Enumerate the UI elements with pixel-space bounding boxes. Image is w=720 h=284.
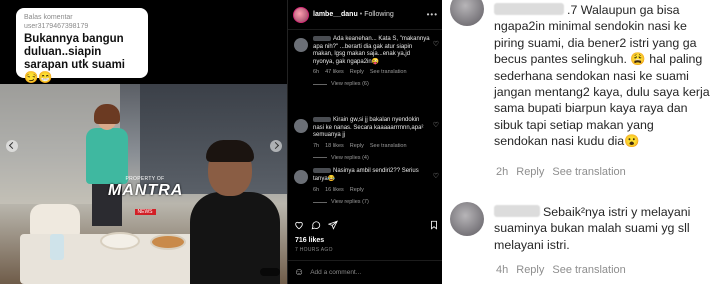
post-time: 7 HOURS AGO	[295, 247, 333, 253]
comment-likes[interactable]: 47 likes	[325, 69, 344, 75]
bookmark-icon[interactable]	[429, 220, 439, 230]
view-replies[interactable]: View replies (7)	[313, 199, 443, 205]
carousel-indicator	[260, 268, 280, 276]
share-icon[interactable]	[328, 220, 338, 230]
detail-comment-meta: 4h Reply See translation	[496, 264, 626, 276]
see-translation-link[interactable]: See translation	[370, 143, 407, 149]
account-avatar[interactable]	[293, 6, 309, 23]
detail-comment-meta: 2h Reply See translation	[496, 166, 626, 178]
comment-text: Kirain gw,si jj bakalan nyendokin nasi k…	[313, 117, 424, 139]
reply-button[interactable]: Reply	[516, 264, 544, 276]
detail-comment-text: Sebaik²nya istri y melayani suaminya buk…	[494, 205, 691, 252]
reply-message: Bukannya bangun duluan..siapin sarapan u…	[24, 33, 125, 84]
comment-item: Kirain gw,si jj bakalan nyendokin nasi k…	[288, 117, 443, 161]
comment-meta: 6h 16 likes Reply	[313, 187, 443, 193]
mantra-watermark: PROPERTY OF MANTRA NEWS	[108, 176, 182, 218]
next-arrow-icon[interactable]	[270, 140, 282, 152]
comment-time: 4h	[496, 264, 509, 276]
see-translation-link[interactable]: See translation	[370, 69, 407, 75]
add-comment-bar[interactable]: ☺ Add a comment...	[288, 260, 443, 284]
heart-icon[interactable]	[294, 220, 304, 230]
like-heart-icon[interactable]: ♡	[433, 121, 439, 129]
reply-comment-overlay: Balas komentar user3179467398179 Bukanny…	[16, 8, 148, 84]
comment-detail-panel: .7 Walaupun ga bisa ngapa2in minimal sen…	[442, 0, 720, 284]
like-heart-icon[interactable]: ♡	[433, 40, 439, 48]
commenter-avatar[interactable]	[450, 0, 484, 26]
more-options-icon[interactable]: •••	[427, 10, 438, 19]
reply-button[interactable]: Reply	[350, 143, 364, 149]
like-heart-icon[interactable]: ♡	[433, 172, 439, 180]
comment-meta: 6h 47 likes Reply See translation	[313, 69, 443, 75]
comment-item: Nasinya ambil sendiri2?? Serius tanya😂 ♡…	[288, 168, 443, 205]
reply-button[interactable]: Reply	[350, 187, 364, 193]
comment-icon[interactable]	[311, 220, 321, 230]
account-username[interactable]: lambe__danu	[313, 11, 358, 18]
blurred-username	[494, 3, 564, 15]
video-frame[interactable]: Balas komentar user3179467398179 Bukanny…	[0, 0, 287, 284]
commenter-avatar[interactable]	[294, 38, 308, 52]
comment-text: Nasinya ambil sendiri2?? Serius tanya😂	[313, 168, 419, 182]
blurred-username	[494, 205, 540, 217]
previous-arrow-icon[interactable]	[6, 140, 18, 152]
comment-meta: 7h 18 likes Reply See translation	[313, 143, 443, 149]
man-figure	[190, 140, 280, 284]
comment-likes[interactable]: 18 likes	[325, 143, 344, 149]
post-header: lambe__danu • Following •••	[288, 0, 443, 30]
commenter-avatar[interactable]	[294, 119, 308, 133]
instagram-post-panel: lambe__danu • Following ••• Ada keanehan…	[287, 0, 443, 284]
reply-button[interactable]: Reply	[516, 166, 544, 178]
comment-text: Ada keanehan... Kata S, "makannya apa ni…	[313, 36, 430, 65]
comment-item: Ada keanehan... Kata S, "makannya apa ni…	[288, 36, 443, 87]
comment-time: 2h	[496, 166, 509, 178]
comment-likes[interactable]: 16 likes	[325, 187, 344, 193]
comment-time: 6h	[313, 69, 320, 76]
watermark-news-badge: NEWS	[134, 209, 156, 215]
see-translation-link[interactable]: See translation	[552, 264, 625, 276]
header-separator: •	[359, 11, 363, 18]
reply-button[interactable]: Reply	[350, 69, 364, 75]
emoji-icon[interactable]: ☺	[294, 267, 304, 278]
comment-time: 6h	[313, 187, 320, 193]
follow-status[interactable]: Following	[364, 11, 394, 18]
reply-to-label: Balas komentar	[24, 14, 73, 21]
view-replies[interactable]: View replies (4)	[313, 155, 443, 161]
post-likes-count[interactable]: 716 likes	[295, 237, 324, 244]
comment-time: 7h	[313, 142, 320, 149]
see-translation-link[interactable]: See translation	[552, 166, 625, 178]
commenter-avatar[interactable]	[450, 202, 484, 236]
view-replies[interactable]: View replies (6)	[313, 81, 443, 87]
watermark-brand: MANTRA	[108, 182, 184, 199]
post-actions	[294, 218, 439, 232]
reply-username: user3179467398179	[24, 23, 89, 30]
add-comment-input[interactable]: Add a comment...	[310, 269, 361, 276]
detail-comment-text: .7 Walaupun ga bisa ngapa2in minimal sen…	[494, 3, 710, 149]
commenter-avatar[interactable]	[294, 170, 308, 184]
